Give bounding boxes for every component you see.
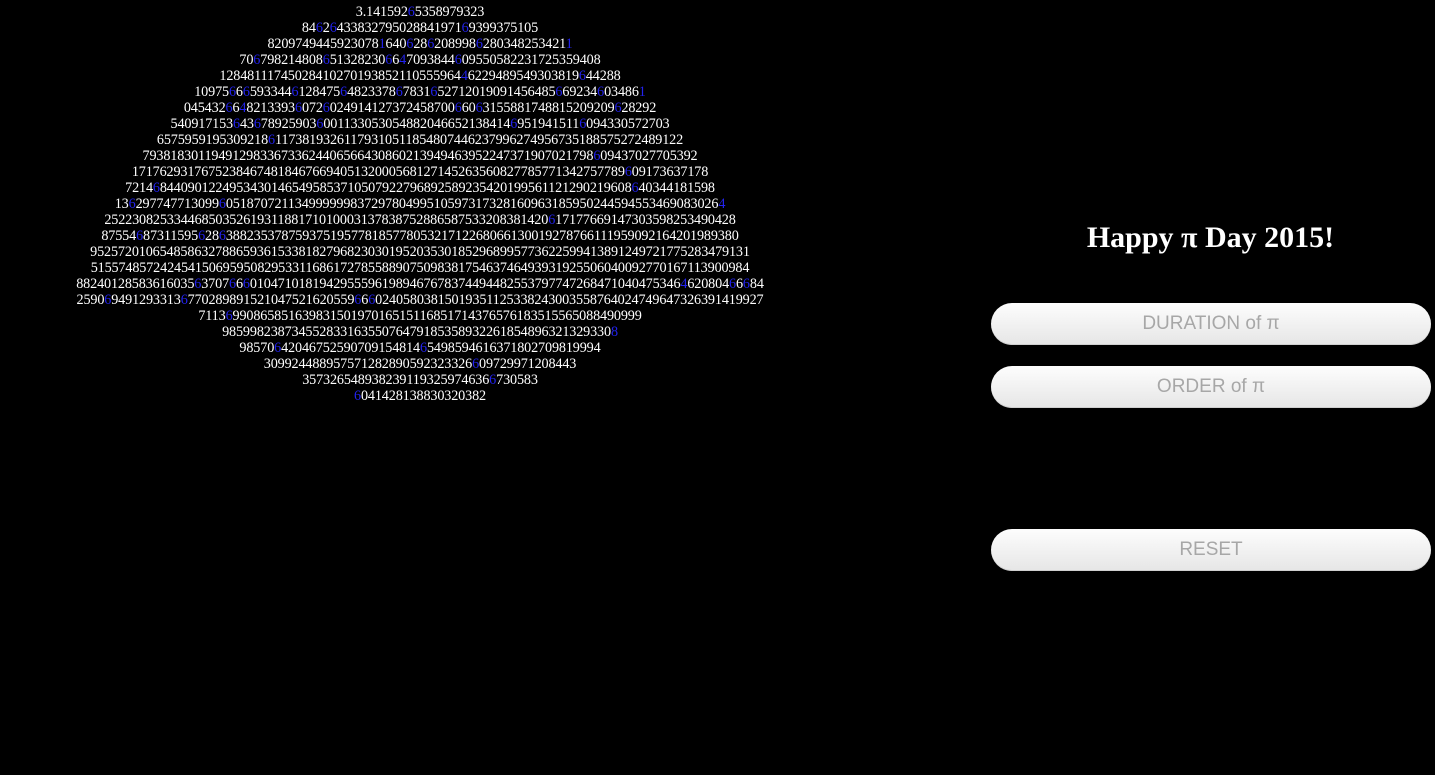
highlighted-digit: 6 [180, 292, 188, 308]
pi-digit-row: 2522308253344685035261931188171010003137… [104, 212, 736, 228]
pi-digit-row: 8755468731159562863882353787593751957781… [101, 228, 739, 244]
highlighted-digit: 6 [475, 36, 483, 52]
pi-digit-row: 1284811174502841027019385211055596446229… [219, 68, 621, 84]
highlighted-digit: 4 [460, 68, 468, 84]
highlighted-digit: 6 [555, 84, 563, 100]
highlighted-digit: 6 [225, 100, 233, 116]
pi-digit-row: 1097566659334461284756482337867831652712… [194, 84, 646, 100]
highlighted-digit: 6 [322, 100, 330, 116]
reset-button[interactable]: RESET [991, 529, 1431, 571]
pi-digit-row: 6575959195309218611738193261179310511854… [156, 132, 684, 148]
highlighted-digit: 6 [152, 180, 160, 196]
highlighted-digit: 6 [128, 196, 136, 212]
highlighted-digit: 6 [407, 4, 415, 20]
highlighted-digit: 6 [228, 84, 236, 100]
highlighted-digit: 6 [218, 228, 226, 244]
pi-digit-row: 7938183011949129833673362440656643086021… [142, 148, 698, 164]
highlighted-digit: 6 [631, 180, 639, 196]
highlighted-digit: 6 [253, 52, 261, 68]
highlighted-digit: 6 [274, 340, 282, 356]
highlighted-digit: 6 [624, 164, 632, 180]
highlighted-digit: 6 [198, 228, 206, 244]
highlighted-digit: 6 [593, 148, 601, 164]
pi-digit-row: 8209749445923078164062862089986280348253… [267, 36, 573, 52]
highlighted-digit: 1 [565, 36, 573, 52]
highlighted-digit: 6 [229, 276, 236, 292]
highlighted-digit: 6 [614, 100, 622, 116]
pi-digit-row: 8824012858361603563707666010471018194295… [76, 276, 764, 292]
highlighted-digit: 6 [510, 116, 518, 132]
highlighted-digit: 4 [399, 52, 407, 68]
duration-of-pi-button[interactable]: DURATION of π [991, 303, 1431, 345]
pi-digit-row: 7113699086585163983150197016515116851714… [198, 308, 642, 324]
highlighted-digit: 6 [225, 308, 233, 324]
pi-digit-row: 8462643383279502884197169399375105 [301, 20, 539, 36]
highlighted-digit: 4 [680, 276, 688, 292]
highlighted-digit: 6 [368, 292, 376, 308]
highlighted-digit: 6 [742, 276, 750, 292]
pi-digit-row: 9525720106548586327886593615338182796823… [90, 244, 750, 260]
highlighted-digit: 6 [104, 292, 112, 308]
highlighted-digit: 6 [461, 20, 469, 36]
pi-digit-row: 5409171536436789259036001133053054882046… [170, 116, 670, 132]
highlighted-digit: 6 [294, 100, 302, 116]
pi-digit-circle: 3.14159265358979323 846264338327950288419… [0, 4, 840, 774]
highlighted-digit: 6 [454, 52, 462, 68]
highlighted-digit: 6 [218, 196, 226, 212]
highlighted-digit: 6 [385, 52, 393, 68]
pi-digit-row: 7067982148086513282306647093844609550582… [239, 52, 601, 68]
highlighted-digit: 6 [242, 84, 250, 100]
highlighted-digit: 6 [578, 68, 586, 84]
highlighted-digit: 4 [718, 196, 726, 212]
page-title: Happy π Day 2015! [1086, 221, 1335, 254]
highlighted-digit: 6 [427, 36, 435, 52]
highlighted-digit: 6 [354, 388, 361, 404]
highlighted-digit: 6 [136, 228, 144, 244]
pi-digit-row: 9859982387345528331635507647918535893226… [222, 324, 618, 340]
highlighted-digit: 6 [395, 84, 403, 100]
highlighted-digit: 6 [322, 52, 330, 68]
highlighted-digit: 6 [233, 116, 240, 132]
highlighted-digit: 6 [548, 212, 556, 228]
highlighted-digit: 6 [329, 20, 337, 36]
pi-digit-row: 1362977477130996051870721134999999837297… [114, 196, 726, 212]
pi-digit-row: 2590694912933136770289891521047521620559… [76, 292, 764, 308]
pi-digit-row: 6041428138830320382 [354, 388, 486, 404]
highlighted-digit: 6 [475, 100, 483, 116]
highlighted-digit: 6 [579, 116, 587, 132]
pi-digit-row: 5155748572424541506959508295331168617278… [90, 260, 750, 276]
pi-digit-row: 3.14159265358979323 [355, 4, 485, 20]
highlighted-digit: 6 [340, 84, 348, 100]
highlighted-digit: 6 [597, 84, 605, 100]
pi-digit-row: 3573265489382391193259746366730583 [302, 372, 538, 388]
highlighted-digit: 4 [239, 100, 247, 116]
pi-digit-row: 0454326648213393607260249141273724587006… [183, 100, 657, 116]
highlighted-digit: 6 [316, 116, 324, 132]
highlighted-digit: 6 [454, 100, 462, 116]
highlighted-digit: 6 [406, 36, 414, 52]
pi-digit-row: 3099244889575712828905923233266097299712… [263, 356, 577, 372]
highlighted-digit: 6 [729, 276, 736, 292]
highlighted-digit: 6 [253, 116, 261, 132]
highlighted-digit: 6 [472, 356, 480, 372]
highlighted-digit: 6 [420, 340, 427, 356]
highlighted-digit: 1 [638, 84, 646, 100]
highlighted-digit: 6 [354, 292, 362, 308]
highlighted-digit: 1 [378, 36, 386, 52]
pi-digit-row: 9857064204675259070915481465498594616371… [239, 340, 601, 356]
highlighted-digit: 6 [291, 84, 299, 100]
highlighted-digit: 6 [315, 20, 323, 36]
highlighted-digit: 6 [242, 276, 250, 292]
highlighted-digit: 6 [194, 276, 202, 292]
order-of-pi-button[interactable]: ORDER of π [991, 366, 1431, 408]
highlighted-digit: 6 [268, 132, 275, 148]
highlighted-digit: 6 [489, 372, 497, 388]
pi-digit-row: 7214684409012249534301465495853710507922… [125, 180, 715, 196]
highlighted-digit: 8 [610, 324, 618, 340]
highlighted-digit: 6 [430, 84, 438, 100]
pi-digit-row: 1717629317675238467481846766940513200056… [131, 164, 709, 180]
